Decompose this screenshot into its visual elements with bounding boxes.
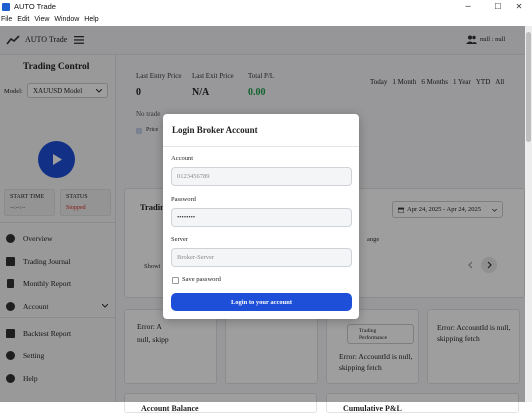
save-password-checkbox[interactable] <box>172 277 179 284</box>
password-input[interactable] <box>171 208 352 227</box>
app-icon <box>2 2 10 11</box>
login-broker-modal: Login Broker Account Account Password Se… <box>163 114 359 319</box>
window-title: AUTO Trade <box>14 2 56 11</box>
main-scrollbar[interactable] <box>525 26 532 402</box>
account-input[interactable] <box>171 167 352 186</box>
password-label: Password <box>171 196 196 203</box>
modal-divider <box>163 146 359 147</box>
account-label: Account <box>171 155 194 162</box>
save-password-label[interactable]: Save password <box>182 276 221 283</box>
menu-bar: File Edit View Window Help <box>0 13 532 26</box>
menu-file[interactable]: File <box>1 16 12 23</box>
menu-window[interactable]: Window <box>54 16 79 23</box>
window-titlebar: AUTO Trade ─ ☐ ✕ <box>0 0 532 13</box>
server-label: Server <box>171 236 188 243</box>
modal-title: Login Broker Account <box>172 125 258 135</box>
scrollbar-thumb[interactable] <box>526 32 531 142</box>
menu-edit[interactable]: Edit <box>17 16 29 23</box>
server-input[interactable] <box>171 248 352 267</box>
menu-view[interactable]: View <box>34 16 49 23</box>
login-button[interactable]: Login to your account <box>171 293 352 311</box>
cumulative-pl-title: Cumulative P&L <box>343 404 402 413</box>
account-balance-title: Account Balance <box>141 404 199 413</box>
close-button[interactable]: ✕ <box>506 0 532 13</box>
minimize-button[interactable]: ─ <box>455 0 481 13</box>
menu-help[interactable]: Help <box>84 16 98 23</box>
